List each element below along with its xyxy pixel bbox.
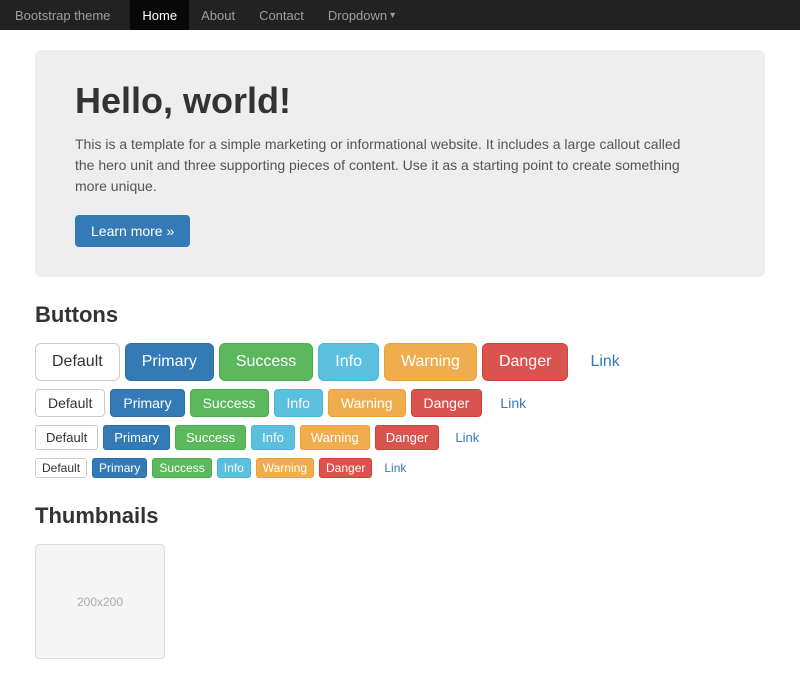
button-row-xsmall: Default Primary Success Info Warning Dan… bbox=[35, 458, 765, 478]
btn-default-xsmall[interactable]: Default bbox=[35, 458, 87, 478]
main-content: Hello, world! This is a template for a s… bbox=[20, 30, 780, 679]
button-row-small: Default Primary Success Info Warning Dan… bbox=[35, 425, 765, 450]
navbar: Bootstrap theme Home About Contact Dropd… bbox=[0, 0, 800, 30]
button-row-large: Default Primary Success Info Warning Dan… bbox=[35, 343, 765, 381]
btn-danger-xsmall[interactable]: Danger bbox=[319, 458, 372, 478]
btn-warning-large[interactable]: Warning bbox=[384, 343, 477, 381]
nav-items: Home About Contact Dropdown ▾ bbox=[130, 0, 407, 30]
btn-primary-small[interactable]: Primary bbox=[103, 425, 170, 450]
btn-warning-small[interactable]: Warning bbox=[300, 425, 370, 450]
btn-success-medium[interactable]: Success bbox=[190, 389, 269, 417]
hero-description: This is a template for a simple marketin… bbox=[75, 134, 695, 197]
btn-success-xsmall[interactable]: Success bbox=[152, 458, 211, 478]
btn-link-large[interactable]: Link bbox=[573, 343, 636, 381]
btn-warning-xsmall[interactable]: Warning bbox=[256, 458, 314, 478]
btn-primary-large[interactable]: Primary bbox=[125, 343, 214, 381]
buttons-section: Buttons Default Primary Success Info War… bbox=[35, 302, 765, 478]
dropdown-arrow-icon: ▾ bbox=[390, 10, 395, 21]
nav-item-dropdown[interactable]: Dropdown ▾ bbox=[316, 0, 407, 30]
btn-info-xsmall[interactable]: Info bbox=[217, 458, 251, 478]
btn-info-small[interactable]: Info bbox=[251, 425, 295, 450]
nav-item-contact[interactable]: Contact bbox=[247, 0, 316, 30]
btn-success-large[interactable]: Success bbox=[219, 343, 313, 381]
btn-info-large[interactable]: Info bbox=[318, 343, 379, 381]
btn-primary-xsmall[interactable]: Primary bbox=[92, 458, 147, 478]
btn-warning-medium[interactable]: Warning bbox=[328, 389, 406, 417]
btn-link-medium[interactable]: Link bbox=[487, 389, 539, 417]
btn-success-small[interactable]: Success bbox=[175, 425, 246, 450]
btn-default-large[interactable]: Default bbox=[35, 343, 120, 381]
thumbnail-item: 200x200 bbox=[35, 544, 165, 659]
buttons-section-title: Buttons bbox=[35, 302, 765, 328]
nav-item-home[interactable]: Home bbox=[130, 0, 189, 30]
button-row-medium: Default Primary Success Info Warning Dan… bbox=[35, 389, 765, 417]
btn-default-small[interactable]: Default bbox=[35, 425, 98, 450]
thumbnails-section-title: Thumbnails bbox=[35, 503, 765, 529]
navbar-brand[interactable]: Bootstrap theme bbox=[15, 8, 110, 23]
btn-info-medium[interactable]: Info bbox=[274, 389, 323, 417]
btn-danger-small[interactable]: Danger bbox=[375, 425, 440, 450]
learn-more-button[interactable]: Learn more » bbox=[75, 215, 190, 247]
thumbnail-label: 200x200 bbox=[77, 595, 123, 609]
hero-heading: Hello, world! bbox=[75, 80, 725, 122]
nav-item-about[interactable]: About bbox=[189, 0, 247, 30]
btn-danger-medium[interactable]: Danger bbox=[411, 389, 483, 417]
btn-link-xsmall[interactable]: Link bbox=[377, 458, 413, 478]
btn-danger-large[interactable]: Danger bbox=[482, 343, 568, 381]
btn-primary-medium[interactable]: Primary bbox=[110, 389, 184, 417]
btn-default-medium[interactable]: Default bbox=[35, 389, 105, 417]
btn-link-small[interactable]: Link bbox=[444, 425, 490, 450]
thumbnails-section: Thumbnails 200x200 bbox=[35, 503, 765, 659]
hero-unit: Hello, world! This is a template for a s… bbox=[35, 50, 765, 277]
